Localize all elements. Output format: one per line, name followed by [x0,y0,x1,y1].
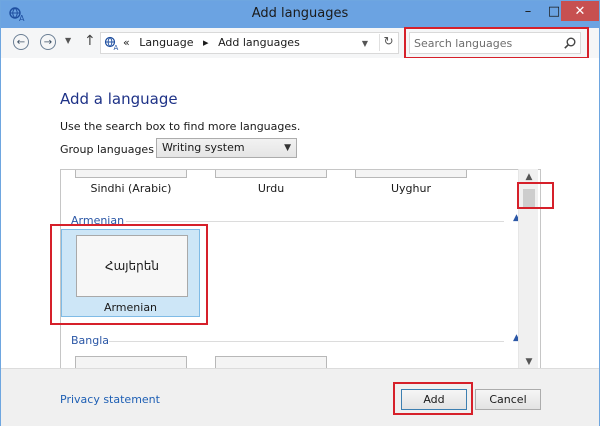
add-highlight-box [393,382,473,415]
group-by-value: Writing system [162,141,245,154]
search-highlight-box [404,27,589,59]
recent-locations-dropdown[interactable]: ▼ [65,36,71,45]
breadcrumb-overflow[interactable]: « [123,36,130,49]
language-tile-uyghur[interactable] [355,170,467,178]
cancel-button[interactable]: Cancel [475,389,541,410]
armenian-highlight-box [50,224,208,325]
minimize-button[interactable]: – [515,1,541,21]
group-divider [109,341,504,342]
address-dropdown-icon[interactable]: ▼ [355,36,375,51]
address-bar[interactable]: A « Language ▸ Add languages ▼ ↻ [100,32,399,54]
breadcrumb-language[interactable]: Language [139,36,193,49]
add-languages-window: A Add languages – □ ✕ ← → ▼ ↑ A « Langua… [0,0,600,426]
language-tile-sindhi[interactable] [75,170,187,178]
group-by-select[interactable]: Writing system ▼ [156,138,297,158]
chevron-down-icon: ▼ [284,143,291,153]
forward-button[interactable]: → [40,34,56,50]
language-tile-urdu[interactable] [215,170,327,178]
footer-bar: Privacy statement Add Cancel [1,368,599,426]
up-arrow-icon: ↑ [84,33,96,49]
window-title: Add languages [251,6,349,21]
svg-text:A: A [114,44,119,51]
page-title: Add a language [60,90,178,108]
refresh-icon[interactable]: ↻ [379,34,397,51]
address-row: ← → ▼ ↑ A « Language ▸ Add languages ▼ ↻ [1,27,599,59]
group-header-bangla[interactable]: Bangla [71,334,109,347]
back-arrow-icon: ← [16,36,26,48]
language-location-icon: A [104,36,119,51]
scrollbar-highlight-box [517,182,554,209]
main-content: Add a language Use the search box to fin… [1,58,599,370]
title-bar: A Add languages – □ ✕ [1,1,599,28]
language-name-uyghur[interactable]: Uyghur [341,182,481,195]
language-name-urdu[interactable]: Urdu [201,182,341,195]
forward-arrow-icon: → [43,36,53,48]
breadcrumb-add-languages[interactable]: Add languages [218,36,300,49]
breadcrumb: « Language ▸ Add languages [123,36,306,49]
breadcrumb-arrow-icon[interactable]: ▸ [203,36,209,49]
close-button[interactable]: ✕ [561,1,599,21]
group-divider [126,221,504,222]
privacy-statement-link[interactable]: Privacy statement [60,393,160,406]
up-button[interactable]: ↑ [84,33,96,49]
back-button[interactable]: ← [13,34,29,50]
instruction-text: Use the search box to find more language… [60,120,301,133]
language-name-sindhi[interactable]: Sindhi (Arabic) [61,182,201,195]
